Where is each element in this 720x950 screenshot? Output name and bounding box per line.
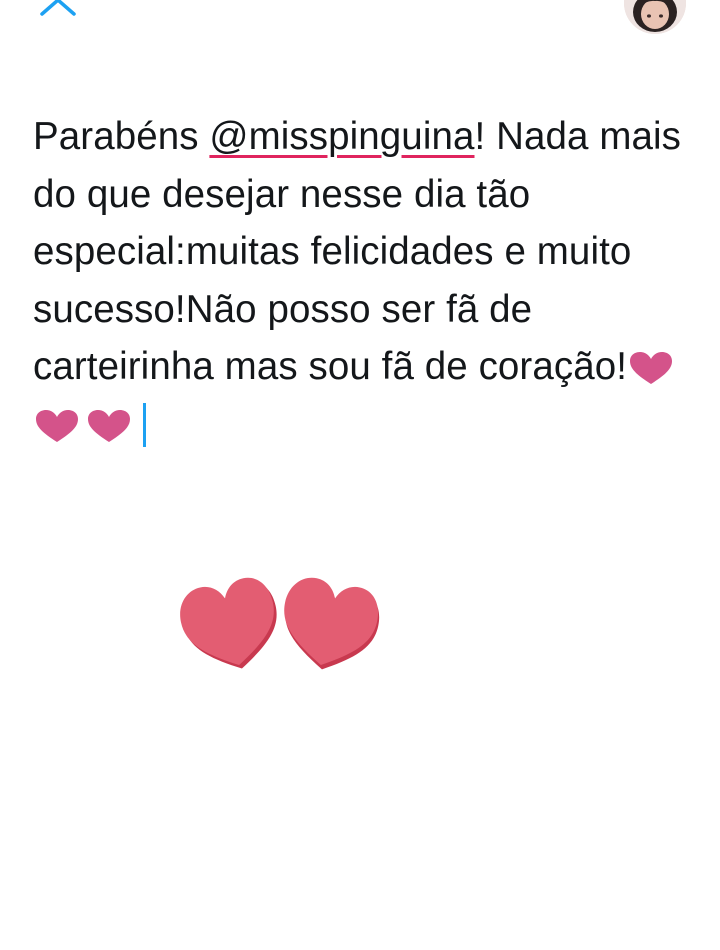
attached-image[interactable] <box>180 572 384 672</box>
compose-text-start: Parabéns <box>33 115 210 158</box>
two-hearts-icon <box>180 577 380 670</box>
heart-emoji-icon <box>33 402 81 442</box>
heart-emoji-icon <box>627 344 675 384</box>
chevron-up-icon <box>40 0 76 16</box>
text-cursor <box>143 402 146 447</box>
heart-emoji-icon <box>85 402 133 442</box>
back-button[interactable] <box>36 0 80 22</box>
user-avatar-icon <box>624 0 686 34</box>
mention-handle: @misspinguina <box>209 115 475 158</box>
tweet-compose-field[interactable]: Parabéns @misspinguina! Nada mais do que… <box>33 108 693 453</box>
top-bar <box>0 0 720 40</box>
avatar[interactable] <box>624 0 686 34</box>
